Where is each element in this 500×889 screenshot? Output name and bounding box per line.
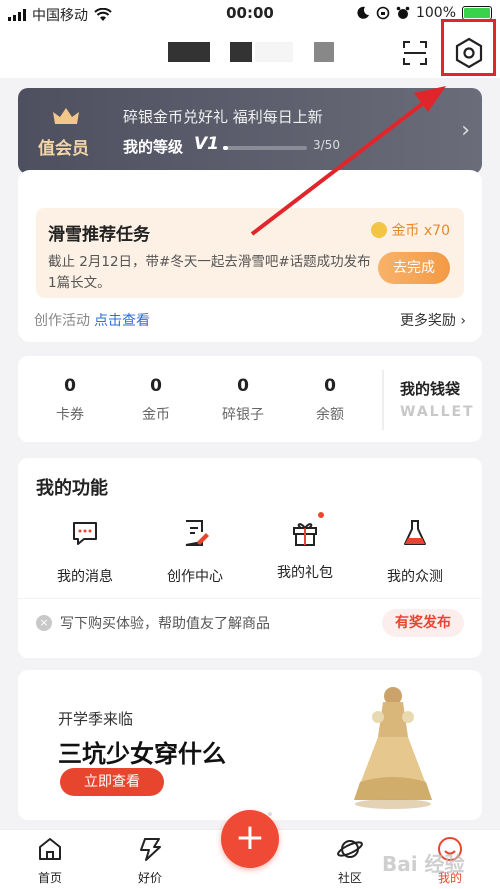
publish-fab-button[interactable]: + bbox=[221, 810, 279, 868]
banner-title: 三坑少女穿什么 bbox=[58, 740, 226, 768]
dress-image bbox=[354, 687, 432, 809]
vip-progress-fill bbox=[223, 146, 229, 150]
tab-deals[interactable]: 好价 bbox=[115, 836, 185, 886]
task-panel[interactable]: 滑雪推荐任务 金币 x70 截止 2月12日，带#冬天一起去滑雪吧#话题成功发布… bbox=[36, 208, 464, 298]
notification-dot bbox=[318, 512, 324, 518]
username-redacted bbox=[168, 42, 210, 62]
wallet-stat-value: 0 bbox=[324, 376, 336, 396]
feature-label: 我的众测 bbox=[387, 569, 443, 585]
vip-title: 值会员 bbox=[38, 139, 89, 159]
task-reward-text: 金币 x70 bbox=[391, 223, 450, 239]
task-title: 滑雪推荐任务 bbox=[48, 225, 150, 245]
wallet-stat-value: 0 bbox=[150, 376, 162, 396]
vip-card[interactable]: 值会员 碎银金币兑好礼 福利每日上新 我的等级 V1 3/50 › bbox=[18, 88, 482, 174]
vip-progress-text: 3/50 bbox=[313, 138, 340, 152]
task-reward: 金币 x70 bbox=[371, 220, 450, 240]
gift-icon-wrap bbox=[290, 512, 324, 548]
creation-link[interactable]: 点击查看 bbox=[94, 313, 150, 329]
wallet-stat-coins[interactable]: 0 金币 bbox=[116, 376, 196, 424]
moon-icon bbox=[357, 6, 369, 19]
coin-icon bbox=[371, 222, 388, 238]
vip-level: V1 bbox=[194, 134, 219, 154]
wallet-stat-cards[interactable]: 0 卡券 bbox=[30, 376, 110, 424]
tab-label: 社区 bbox=[337, 871, 362, 885]
wallet-subtitle: WALLET bbox=[400, 404, 475, 420]
vip-promo: 碎银金币兑好礼 福利每日上新 bbox=[123, 108, 323, 126]
task-complete-button[interactable]: 去完成 bbox=[378, 252, 450, 284]
annotation-box bbox=[441, 19, 496, 76]
tab-home[interactable]: 首页 bbox=[15, 836, 85, 886]
tip-row: × 写下购买体验，帮助值友了解商品 有奖发布 bbox=[18, 598, 482, 646]
home-icon bbox=[39, 838, 61, 860]
username-redacted bbox=[255, 42, 293, 62]
crown-icon bbox=[53, 108, 79, 124]
gift-icon bbox=[293, 523, 317, 546]
wallet-card: 0 卡券 0 金币 0 碎银子 0 余额 我的钱袋 WALLET bbox=[18, 356, 482, 442]
username-redacted bbox=[230, 42, 252, 62]
tab-community[interactable]: 社区 bbox=[315, 836, 385, 886]
feature-label: 创作中心 bbox=[167, 569, 223, 585]
wallet-stat-label: 余额 bbox=[316, 407, 344, 423]
task-card: 滑雪推荐任务 金币 x70 截止 2月12日，带#冬天一起去滑雪吧#话题成功发布… bbox=[18, 170, 482, 342]
features-title: 我的功能 bbox=[36, 478, 108, 499]
planet-icon bbox=[337, 840, 363, 858]
tab-label: 首页 bbox=[37, 871, 62, 885]
message-icon bbox=[73, 522, 97, 545]
publish-reward-button[interactable]: 有奖发布 bbox=[382, 609, 464, 637]
feature-creation-center[interactable]: 创作中心 bbox=[150, 518, 240, 586]
flask-icon bbox=[404, 520, 426, 545]
wallet-title[interactable]: 我的钱袋 bbox=[400, 378, 460, 399]
wallet-stat-label: 碎银子 bbox=[222, 407, 264, 423]
wallet-stat-value: 0 bbox=[64, 376, 76, 396]
feature-label: 我的消息 bbox=[57, 569, 113, 585]
feature-messages[interactable]: 我的消息 bbox=[40, 518, 130, 586]
banner-card[interactable]: 开学季来临 三坑少女穿什么 立即查看 bbox=[18, 670, 482, 820]
chevron-right-icon: › bbox=[461, 118, 470, 143]
banner-view-button[interactable]: 立即查看 bbox=[60, 768, 164, 796]
scan-icon[interactable] bbox=[402, 40, 428, 66]
feature-crowdtest[interactable]: 我的众测 bbox=[370, 518, 460, 586]
creation-icon bbox=[185, 520, 209, 546]
watermark: Bai 经验 bbox=[382, 852, 465, 876]
tip-text: 写下购买体验，帮助值友了解商品 bbox=[60, 616, 270, 632]
creation-activity: 创作活动 点击查看 bbox=[34, 310, 150, 330]
vip-level-label: 我的等级 bbox=[123, 138, 184, 156]
features-card: 我的功能 我的消息 创作中心 我的礼包 我的众测 × 写下购买体验，帮助值友了解… bbox=[18, 458, 482, 658]
rotation-lock-icon bbox=[376, 6, 390, 20]
header bbox=[0, 26, 500, 78]
feature-gift[interactable]: 我的礼包 bbox=[260, 512, 350, 582]
close-icon[interactable]: × bbox=[36, 615, 52, 631]
wallet-stat-label: 卡券 bbox=[56, 407, 84, 423]
wallet-stat-balance[interactable]: 0 余额 bbox=[290, 376, 370, 424]
wallet-stat-silver[interactable]: 0 碎银子 bbox=[203, 376, 283, 424]
alarm-icon bbox=[396, 6, 410, 19]
wallet-stat-value: 0 bbox=[237, 376, 249, 396]
battery-icon bbox=[462, 6, 492, 20]
deal-icon bbox=[140, 838, 161, 861]
username-redacted bbox=[314, 42, 334, 62]
divider bbox=[382, 370, 384, 430]
wallet-stat-label: 金币 bbox=[142, 407, 170, 423]
more-rewards-link[interactable]: 更多奖励 › bbox=[400, 310, 466, 330]
tab-label: 好价 bbox=[137, 871, 162, 885]
vip-progress-bar bbox=[223, 146, 307, 150]
status-bar: 中国移动 00:00 100% bbox=[0, 0, 500, 26]
creation-label: 创作活动 bbox=[34, 313, 90, 329]
feature-label: 我的礼包 bbox=[277, 565, 333, 581]
task-description: 截止 2月12日，带#冬天一起去滑雪吧#话题成功发布1篇长文。 bbox=[48, 254, 371, 291]
banner-subtitle: 开学季来临 bbox=[58, 710, 134, 728]
